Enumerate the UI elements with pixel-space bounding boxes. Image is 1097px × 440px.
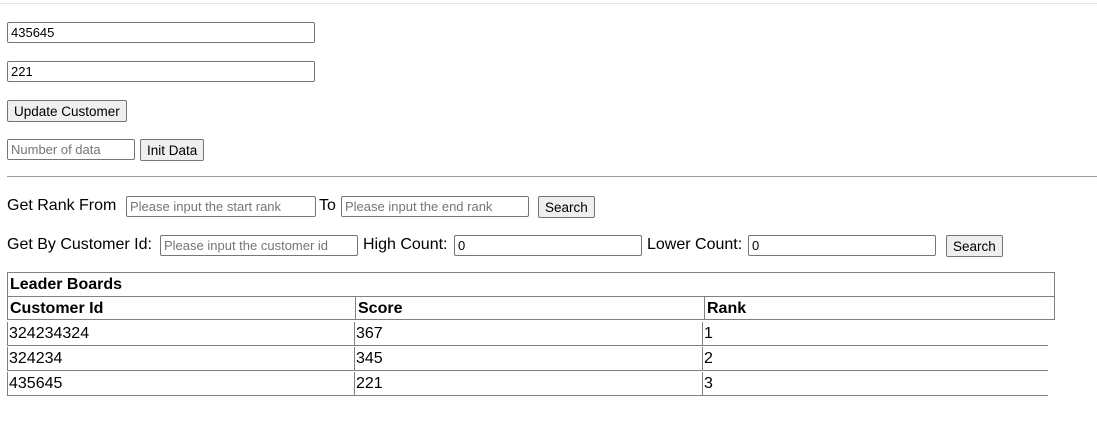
cell-rank: 2 <box>702 347 713 370</box>
update-customer-button[interactable]: Update Customer <box>7 100 127 122</box>
customer-search-button[interactable]: Search <box>946 235 1003 257</box>
table-row: 435645 221 3 <box>7 372 1048 396</box>
customer-id-search-input[interactable] <box>160 235 358 256</box>
cell-score: 345 <box>354 347 383 370</box>
leaderboard-title: Leader Boards <box>10 276 123 293</box>
top-divider <box>0 3 1097 4</box>
cell-customer-id: 324234324 <box>7 322 89 345</box>
cell-score: 367 <box>354 322 383 345</box>
table-row: 324234 345 2 <box>7 347 1048 371</box>
column-divider <box>355 297 356 319</box>
get-by-customer-id-label: Get By Customer Id: <box>7 236 152 253</box>
lower-count-label: Lower Count: <box>647 236 743 253</box>
leaderboard-table: Leader Boards Customer Id Score Rank <box>7 272 1055 320</box>
cell-customer-id: 324234 <box>7 347 62 370</box>
column-header-score: Score <box>358 300 403 317</box>
cell-score: 221 <box>354 372 383 395</box>
column-divider <box>704 297 705 319</box>
cell-rank: 3 <box>702 372 713 395</box>
section-divider <box>7 176 1097 177</box>
column-header-rank: Rank <box>707 300 747 317</box>
start-rank-input[interactable] <box>126 196 316 217</box>
cell-rank: 1 <box>702 322 713 345</box>
high-count-input[interactable] <box>454 235 642 256</box>
table-row: 324234324 367 1 <box>7 322 1048 346</box>
end-rank-input[interactable] <box>341 196 529 217</box>
lower-count-input[interactable] <box>748 235 936 256</box>
get-rank-from-label: Get Rank From <box>7 197 117 214</box>
to-label: To <box>319 197 336 214</box>
cell-customer-id: 435645 <box>7 372 62 395</box>
number-of-data-input[interactable] <box>7 139 135 160</box>
rank-search-button[interactable]: Search <box>538 196 595 218</box>
column-header-customer-id: Customer Id <box>10 300 104 317</box>
init-data-button[interactable]: Init Data <box>140 139 205 161</box>
customer-id-input[interactable] <box>7 22 315 43</box>
high-count-label: High Count: <box>363 236 448 253</box>
title-divider <box>8 296 1054 297</box>
score-input[interactable] <box>7 61 315 82</box>
